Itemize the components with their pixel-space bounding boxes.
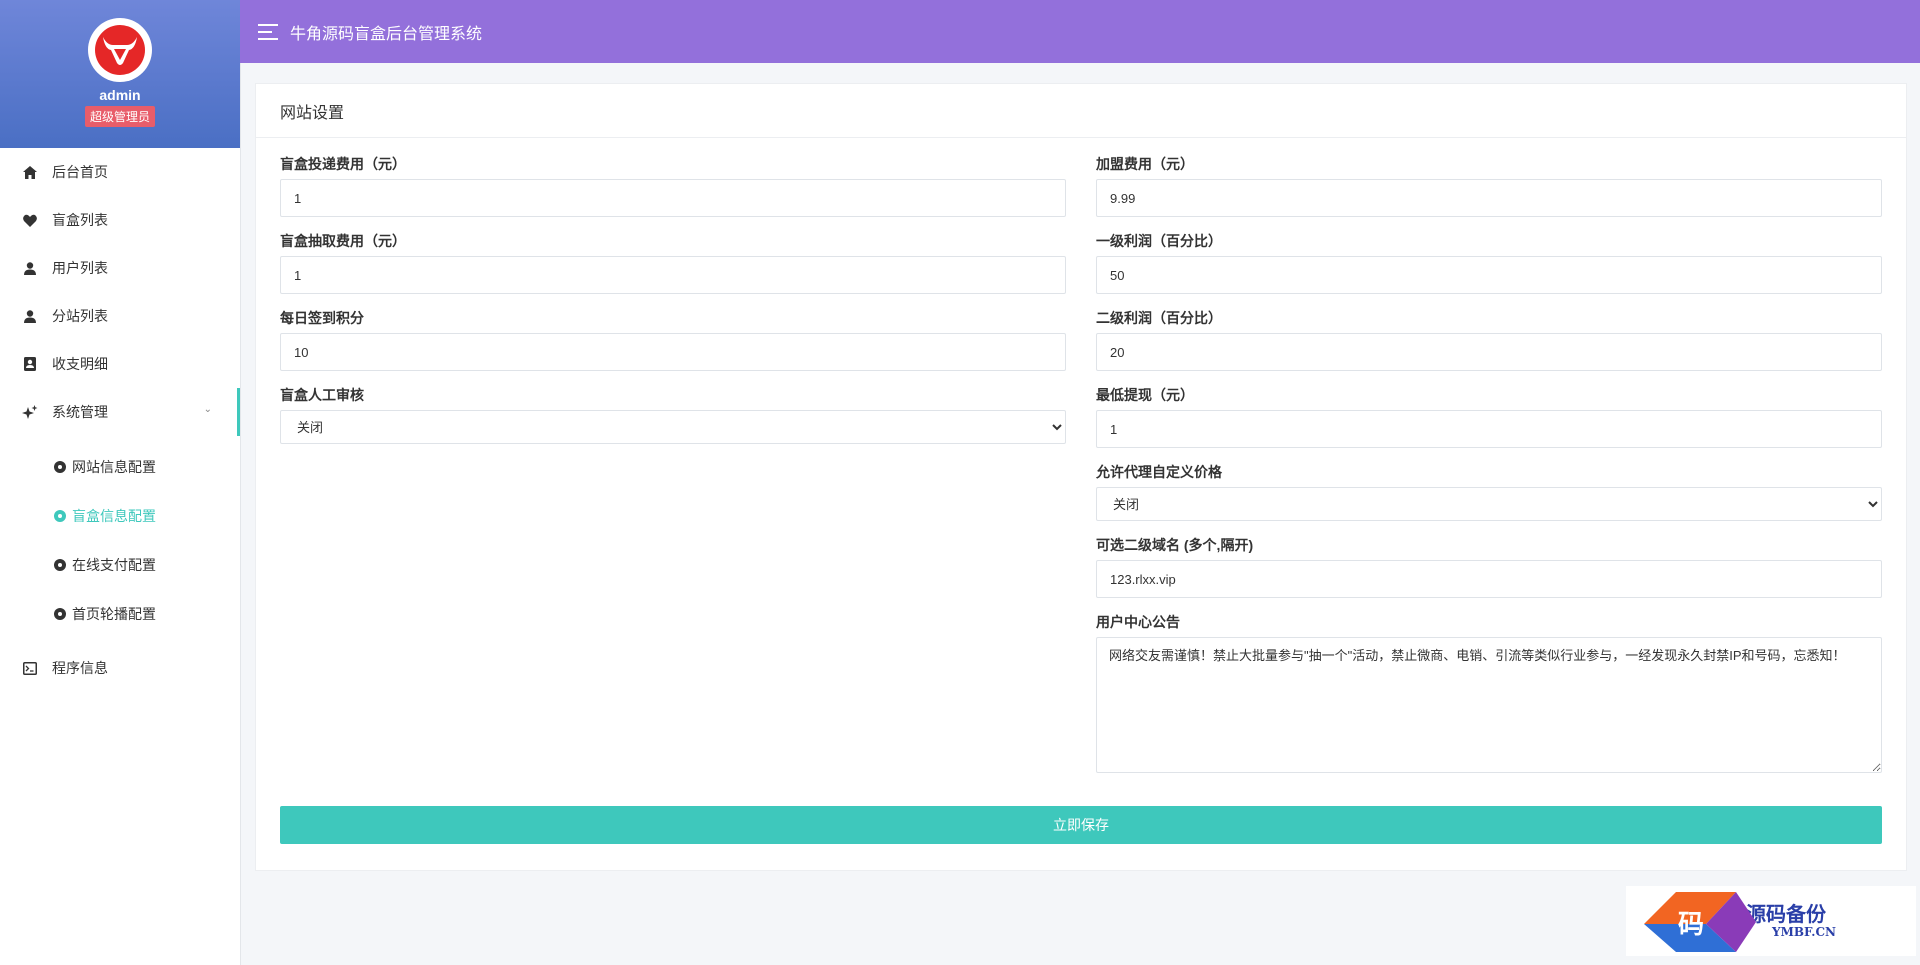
sidebar-item-transactions[interactable]: 收支明细 xyxy=(0,340,240,388)
sidebar-menu-bottom: 程序信息 xyxy=(0,644,240,692)
field-label: 二级利润（百分比） xyxy=(1096,310,1222,326)
sidebar-item-users[interactable]: 用户列表 xyxy=(0,244,240,292)
sidebar-item-program-info[interactable]: 程序信息 xyxy=(0,644,240,692)
sidebar-menu: 后台首页 盲盒列表 用户列表 分站列表 收支明细 系统管理 ⌄ xyxy=(0,148,240,436)
watermark-sub: YMBF.CN xyxy=(1772,925,1837,939)
compass-icon xyxy=(54,558,66,571)
field-draw-fee: 盲盒抽取费用（元） xyxy=(280,231,1066,294)
field-label: 用户中心公告 xyxy=(1096,614,1180,630)
profile-panel: admin 超级管理员 xyxy=(0,0,240,148)
compass-icon xyxy=(54,607,66,620)
draw-fee-input[interactable] xyxy=(280,256,1066,294)
subitem-label: 在线支付配置 xyxy=(72,556,156,573)
field-manual-review: 盲盒人工审核 关闭 xyxy=(280,385,1066,444)
terminal-icon xyxy=(22,660,38,676)
sidebar-subitem-payment-config[interactable]: 在线支付配置 xyxy=(0,540,240,589)
settings-card: 网站设置 盲盒投递费用（元） 盲盒抽取费用（元） 每日签到积分 盲盒人工审核 关… xyxy=(255,83,1907,871)
notice-textarea[interactable]: 网络交友需谨慎！禁止大批量参与"抽一个"活动，禁止微商、电销、引流等类似行业参与… xyxy=(1096,637,1882,773)
sparkle-icon xyxy=(22,404,38,420)
user-icon xyxy=(22,260,38,276)
field-label: 盲盒抽取费用（元） xyxy=(280,233,406,249)
home-icon xyxy=(22,164,38,180)
field-label: 最低提现（元） xyxy=(1096,387,1194,403)
user-icon xyxy=(22,308,38,324)
sidebar-item-system[interactable]: 系统管理 ⌄ xyxy=(0,388,240,436)
role-badge: 超级管理员 xyxy=(84,106,155,127)
field-label: 加盟费用（元） xyxy=(1096,156,1194,172)
contact-card-icon xyxy=(22,356,38,372)
sidebar-item-label: 用户列表 xyxy=(52,260,108,276)
field-join-fee: 加盟费用（元） xyxy=(1096,154,1882,217)
bull-logo-icon xyxy=(95,25,145,75)
field-subdomains: 可选二级域名 (多个,隔开) xyxy=(1096,535,1882,598)
field-level1-profit: 一级利润（百分比） xyxy=(1096,231,1882,294)
system-submenu: 网站信息配置 盲盒信息配置 在线支付配置 首页轮播配置 xyxy=(0,436,240,644)
menu-toggle-icon[interactable] xyxy=(258,23,278,40)
field-checkin-points: 每日签到积分 xyxy=(280,308,1066,371)
admin-name: admin xyxy=(99,87,141,103)
sidebar-subitem-carousel-config[interactable]: 首页轮播配置 xyxy=(0,589,240,638)
avatar[interactable] xyxy=(88,18,152,82)
subitem-label: 盲盒信息配置 xyxy=(72,507,156,524)
field-agent-custom-price: 允许代理自定义价格 关闭 xyxy=(1096,462,1882,521)
manual-review-select[interactable]: 关闭 xyxy=(280,410,1066,444)
field-label: 盲盒投递费用（元） xyxy=(280,156,406,172)
agent-custom-price-select[interactable]: 关闭 xyxy=(1096,487,1882,521)
level1-profit-input[interactable] xyxy=(1096,256,1882,294)
deliver-fee-input[interactable] xyxy=(280,179,1066,217)
watermark-glyph: 码 xyxy=(1678,910,1704,940)
field-notice: 用户中心公告 网络交友需谨慎！禁止大批量参与"抽一个"活动，禁止微商、电销、引流… xyxy=(1096,612,1882,778)
sidebar-subitem-site-config[interactable]: 网站信息配置 xyxy=(0,442,240,491)
sidebar-item-substations[interactable]: 分站列表 xyxy=(0,292,240,340)
join-fee-input[interactable] xyxy=(1096,179,1882,217)
field-deliver-fee: 盲盒投递费用（元） xyxy=(280,154,1066,217)
sidebar-item-home[interactable]: 后台首页 xyxy=(0,148,240,196)
top-bar: 牛角源码盲盒后台管理系统 xyxy=(240,0,1920,63)
min-withdraw-input[interactable] xyxy=(1096,410,1882,448)
watermark: 码 源码备份 YMBF.CN xyxy=(1626,886,1916,956)
app-title: 牛角源码盲盒后台管理系统 xyxy=(290,25,483,43)
watermark-logo-icon: 码 xyxy=(1644,892,1756,952)
checkin-points-input[interactable] xyxy=(280,333,1066,371)
form-right-column: 加盟费用（元） 一级利润（百分比） 二级利润（百分比） 最低提现（元） 允许代理… xyxy=(1096,154,1882,792)
sidebar-item-label: 收支明细 xyxy=(52,356,108,372)
sidebar-item-label: 分站列表 xyxy=(52,308,108,324)
card-title: 网站设置 xyxy=(256,84,1906,138)
sidebar-item-label: 系统管理 xyxy=(52,404,108,420)
field-label: 可选二级域名 (多个,隔开) xyxy=(1096,537,1254,553)
sidebar-item-label: 盲盒列表 xyxy=(52,212,108,228)
sidebar: admin 超级管理员 后台首页 盲盒列表 用户列表 分站列表 收支明细 系统管… xyxy=(0,0,241,965)
compass-icon xyxy=(54,460,66,473)
subdomains-input[interactable] xyxy=(1096,560,1882,598)
sidebar-item-blindbox-list[interactable]: 盲盒列表 xyxy=(0,196,240,244)
heart-icon xyxy=(22,212,38,228)
field-label: 每日签到积分 xyxy=(280,310,364,326)
form-left-column: 盲盒投递费用（元） 盲盒抽取费用（元） 每日签到积分 盲盒人工审核 关闭 xyxy=(280,154,1066,458)
field-label: 盲盒人工审核 xyxy=(280,387,364,403)
level2-profit-input[interactable] xyxy=(1096,333,1882,371)
save-button[interactable]: 立即保存 xyxy=(280,806,1882,844)
sidebar-subitem-blindbox-config[interactable]: 盲盒信息配置 xyxy=(0,491,240,540)
field-label: 一级利润（百分比） xyxy=(1096,233,1222,249)
field-level2-profit: 二级利润（百分比） xyxy=(1096,308,1882,371)
chevron-down-icon: ⌄ xyxy=(203,404,212,415)
sidebar-item-label: 程序信息 xyxy=(52,660,108,676)
field-min-withdraw: 最低提现（元） xyxy=(1096,385,1882,448)
compass-icon xyxy=(54,509,66,522)
subitem-label: 网站信息配置 xyxy=(72,458,156,475)
subitem-label: 首页轮播配置 xyxy=(72,605,156,622)
sidebar-item-label: 后台首页 xyxy=(52,164,108,180)
field-label: 允许代理自定义价格 xyxy=(1096,464,1222,480)
